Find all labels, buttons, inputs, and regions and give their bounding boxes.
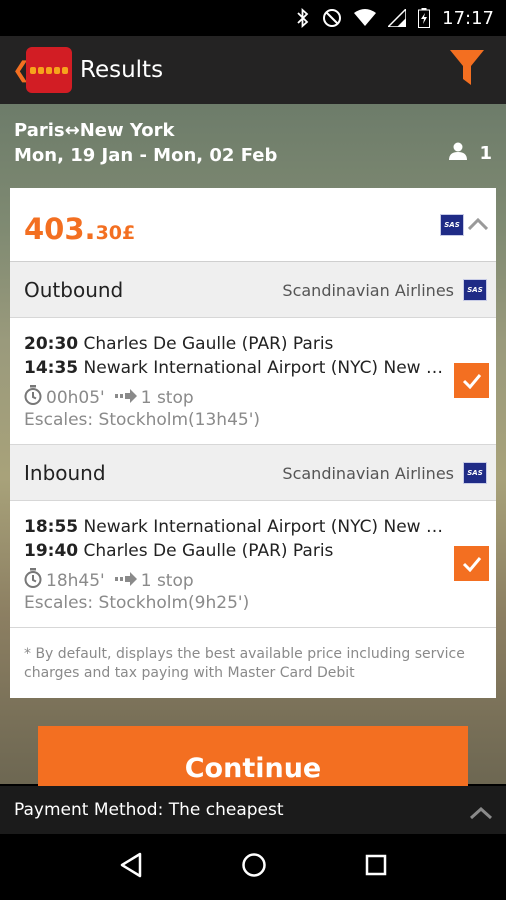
outbound-leg[interactable]: 20:30 Charles De Gaulle (PAR) Paris 14:3… [10,318,496,445]
checkmark-icon [462,373,481,389]
outbound-escales: Escales: Stockholm(13h45') [24,410,261,430]
sas-logo: SAS [463,462,487,484]
continue-button[interactable]: Continue [38,726,468,788]
inbound-depart-time: 18:55 [24,517,79,537]
recents-nav-icon[interactable] [365,854,387,880]
inbound-title: Inbound [24,461,106,485]
chevron-up-icon[interactable] [469,804,493,824]
inbound-checkbox[interactable] [454,546,489,581]
inbound-meta: 18h45' 1 stop [24,568,194,593]
passenger-number: 1 [479,143,492,164]
chevron-up-icon[interactable] [467,215,489,234]
destination-city: New York [79,120,175,141]
inbound-arrive-place: Charles De Gaulle (PAR) Paris [83,541,334,561]
inbound-airline: Scandinavian Airlines [282,464,454,483]
outbound-header: Outbound Scandinavian Airlines SAS [10,262,496,318]
outbound-checkbox[interactable] [454,363,489,398]
inbound-duration: 18h45' [46,570,105,591]
outbound-stops: 1 stop [140,387,194,408]
payment-method-bar[interactable]: Payment Method: The cheapest [0,786,506,834]
stopwatch-icon [24,568,42,593]
bluetooth-icon [296,8,310,28]
back-chevron-icon[interactable]: ❮ [12,58,30,83]
stop-arrow-icon [114,388,137,408]
trip-dates: Mon, 19 Jan - Mon, 02 Feb [14,145,278,166]
inbound-leg[interactable]: 18:55 Newark International Airport (NYC)… [10,501,496,628]
inbound-depart-place: Newark International Airport (NYC) New Y… [83,517,444,537]
stop-arrow-icon [114,571,137,591]
status-time: 17:17 [442,7,494,29]
payment-method-label: Payment Method: The cheapest [14,800,284,820]
inbound-departure: 18:55 Newark International Airport (NYC)… [24,517,444,537]
outbound-airline: Scandinavian Airlines [282,281,454,300]
trip-summary[interactable]: Paris↔New York Mon, 19 Jan - Mon, 02 Feb [14,118,277,168]
back-nav-icon[interactable] [119,852,143,882]
price-main: 403. [24,212,96,246]
origin-city: Paris [14,120,65,141]
price-decimal: 30£ [95,222,136,244]
route-line: Paris↔New York [14,118,277,143]
app-bar: ❮ Results [0,36,506,104]
system-nav-bar [0,834,506,900]
outbound-departure: 20:30 Charles De Gaulle (PAR) Paris [24,334,444,354]
wifi-icon [354,9,377,27]
inbound-arrival: 19:40 Charles De Gaulle (PAR) Paris [24,541,444,561]
outbound-arrive-place: Newark International Airport (NYC) New Y… [83,358,444,378]
inbound-stops: 1 stop [140,570,194,591]
offer-price: 403.30£ [24,212,135,246]
outbound-meta: 00h05' 1 stop [24,385,194,410]
page-title: Results [80,57,164,83]
roundtrip-arrow-icon: ↔ [64,120,80,141]
checkmark-icon [462,556,481,572]
outbound-depart-place: Charles De Gaulle (PAR) Paris [83,334,334,354]
price-disclaimer: * By default, displays the best availabl… [24,646,465,681]
sas-logo: SAS [440,214,464,236]
app-logo[interactable] [26,47,72,93]
outbound-title: Outbound [24,278,124,302]
home-nav-icon[interactable] [241,852,267,882]
outbound-depart-time: 20:30 [24,334,79,354]
sas-logo: SAS [463,279,487,301]
outbound-arrival: 14:35 Newark International Airport (NYC)… [24,358,444,378]
passenger-count[interactable]: 1 [449,142,492,165]
do-not-disturb-icon [322,8,342,28]
outbound-arrive-time: 14:35 [24,358,79,378]
inbound-header: Inbound Scandinavian Airlines SAS [10,445,496,501]
stopwatch-icon [24,385,42,410]
person-icon [449,142,468,165]
inbound-arrive-time: 19:40 [24,541,79,561]
flight-offer-card: 403.30£ SAS Outbound Scandinavian Airlin… [10,188,496,698]
price-row[interactable]: 403.30£ SAS [10,188,496,262]
inbound-escales: Escales: Stockholm(9h25') [24,593,250,613]
filter-icon[interactable] [450,50,484,90]
status-bar: 17:17 [0,0,506,36]
signal-icon [388,9,407,27]
outbound-duration: 00h05' [46,387,105,408]
battery-icon [418,8,431,28]
